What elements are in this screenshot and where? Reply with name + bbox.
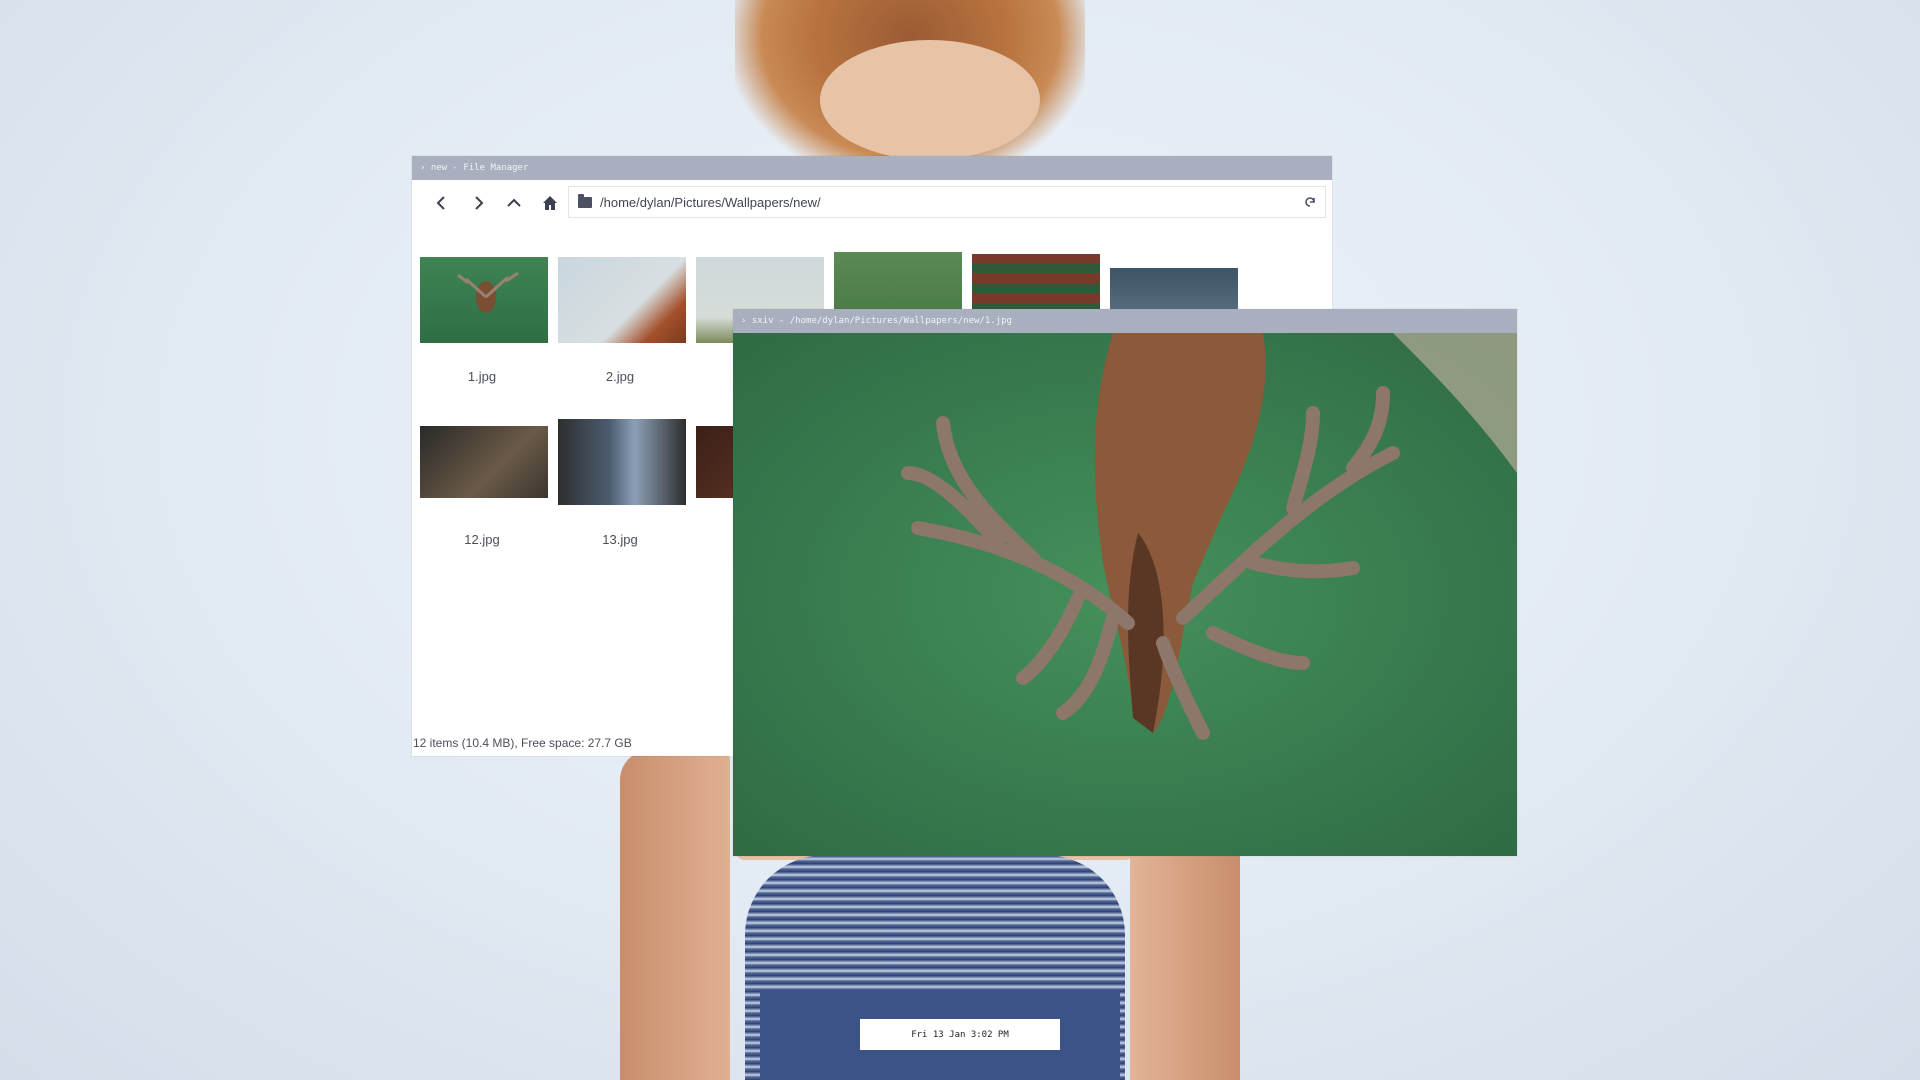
deer-image bbox=[733, 333, 1517, 856]
thumbnail-1[interactable] bbox=[420, 257, 548, 343]
clock-widget[interactable]: Fri 13 Jan 3:02 PM bbox=[860, 1019, 1060, 1050]
folder-icon bbox=[578, 193, 592, 208]
up-icon bbox=[507, 198, 521, 207]
location-bar[interactable]: /home/dylan/Pictures/Wallpapers/new/ bbox=[568, 186, 1326, 218]
file-label-12[interactable]: 12.jpg bbox=[413, 532, 551, 547]
thumbnail-13[interactable] bbox=[558, 419, 686, 505]
home-icon bbox=[543, 196, 557, 210]
file-label-13[interactable]: 13.jpg bbox=[551, 532, 689, 547]
home-button[interactable] bbox=[532, 186, 568, 220]
refresh-icon bbox=[1305, 197, 1315, 207]
file-label-1[interactable]: 1.jpg bbox=[413, 369, 551, 384]
status-bar: 12 items (10.4 MB), Free space: 27.7 GB bbox=[413, 736, 632, 750]
wallpaper-left-arm bbox=[620, 750, 730, 1080]
thumbnail-12[interactable] bbox=[420, 426, 548, 498]
wallpaper-face bbox=[820, 40, 1040, 160]
file-label-2[interactable]: 2.jpg bbox=[551, 369, 689, 384]
forward-icon bbox=[475, 196, 484, 210]
location-path[interactable]: /home/dylan/Pictures/Wallpapers/new/ bbox=[600, 195, 1295, 210]
thumbnail-2[interactable] bbox=[558, 257, 686, 343]
refresh-button[interactable] bbox=[1295, 187, 1325, 217]
sxiv-window[interactable]: › sxiv - /home/dylan/Pictures/Wallpapers… bbox=[733, 309, 1517, 856]
file-manager-titlebar[interactable]: › new - File Manager bbox=[412, 156, 1332, 180]
back-icon bbox=[436, 196, 445, 210]
forward-button[interactable] bbox=[460, 186, 496, 220]
sxiv-titlebar[interactable]: › sxiv - /home/dylan/Pictures/Wallpapers… bbox=[733, 309, 1517, 333]
up-button[interactable] bbox=[496, 186, 532, 220]
back-button[interactable] bbox=[424, 186, 460, 220]
